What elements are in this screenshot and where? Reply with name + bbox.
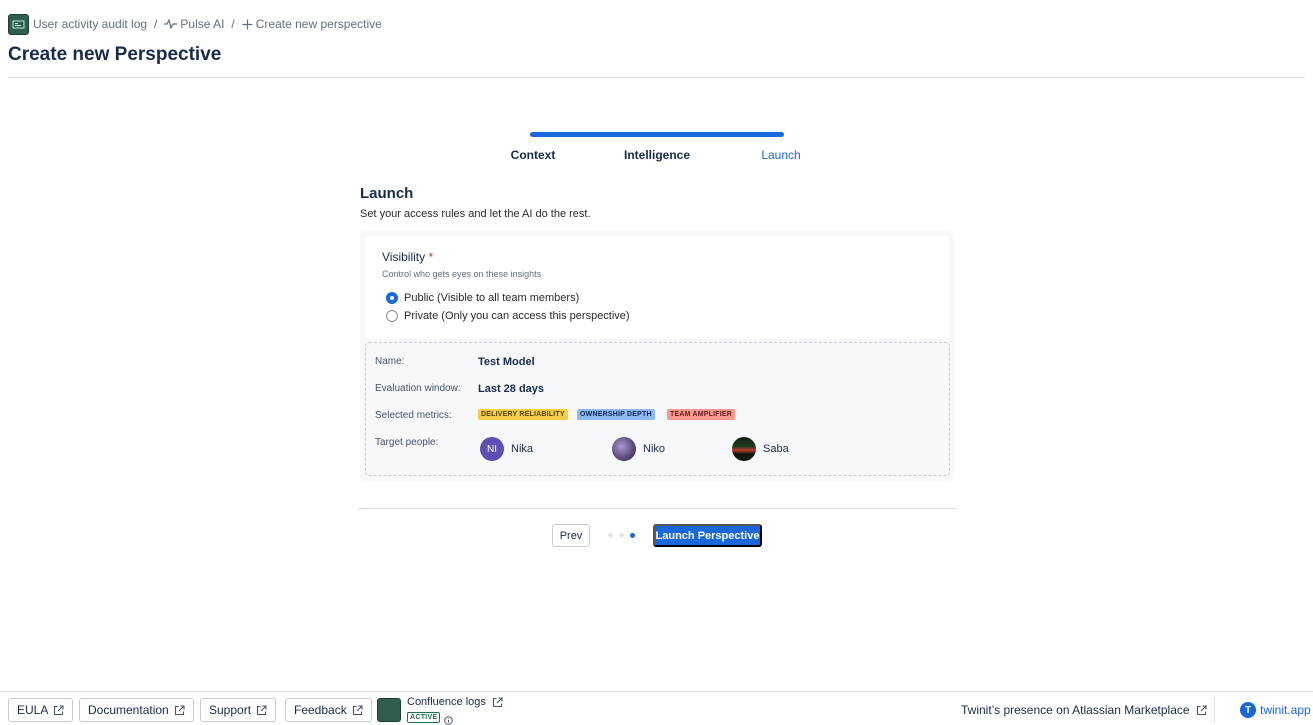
page-title: Create new Perspective — [8, 44, 222, 65]
twinit-brand-label: twinit.app — [1260, 703, 1311, 717]
step-dot-2 — [619, 533, 624, 538]
visibility-card — [365, 236, 950, 339]
confluence-logs-link[interactable]: Confluence logs — [407, 696, 503, 708]
step-dot-1 — [608, 533, 613, 538]
summary-name-label: Name: — [375, 356, 405, 367]
external-link-icon — [53, 704, 64, 716]
confluence-logs-logo-icon — [377, 698, 401, 722]
target-person-saba: Saba — [732, 437, 789, 461]
visibility-option-private[interactable]: Private (Only you can access this perspe… — [386, 310, 630, 322]
support-label: Support — [209, 703, 252, 717]
documentation-button[interactable]: Documentation — [79, 698, 194, 722]
breadcrumb-item-create-perspective: Create new perspective — [255, 17, 382, 31]
prev-button[interactable]: Prev — [552, 524, 590, 547]
header-divider — [8, 77, 1305, 78]
required-marker: * — [428, 250, 434, 264]
summary-people-label: Target people: — [375, 437, 439, 448]
external-link-icon — [1196, 704, 1207, 716]
confluence-logs-label: Confluence logs — [407, 696, 486, 708]
launch-perspective-button[interactable]: Launch Perspective — [653, 524, 762, 547]
breadcrumb-separator: / — [231, 17, 235, 31]
visibility-label: Visibility * — [382, 250, 433, 264]
radio-public[interactable] — [386, 292, 398, 304]
documentation-label: Documentation — [88, 703, 169, 717]
breadcrumb-item-audit-log[interactable]: User activity audit log — [33, 17, 147, 31]
twinit-brand-link[interactable]: T twinit.app — [1240, 702, 1311, 718]
info-icon[interactable] — [444, 712, 453, 725]
footer-vertical-divider — [1214, 697, 1215, 723]
support-button[interactable]: Support — [200, 698, 277, 722]
external-link-icon — [174, 704, 185, 716]
eula-button[interactable]: EULA — [8, 698, 74, 722]
external-link-icon — [492, 696, 503, 708]
avatar — [612, 437, 636, 461]
metric-tag-ownership-depth: OWNERSHIP DEPTH — [577, 409, 655, 420]
status-badge: ACTIVE — [407, 712, 441, 723]
marketplace-link[interactable]: Twinit’s presence on Atlassian Marketpla… — [961, 703, 1207, 717]
step-dot-3 — [630, 533, 635, 538]
external-link-icon — [256, 704, 267, 716]
person-name: Saba — [763, 443, 789, 455]
marketplace-label: Twinit’s presence on Atlassian Marketpla… — [961, 703, 1190, 717]
person-name: Niko — [643, 443, 666, 455]
visibility-label-text: Visibility — [382, 250, 426, 264]
person-name: Nika — [511, 443, 534, 455]
feedback-label: Feedback — [294, 703, 347, 717]
step-launch[interactable]: Launch — [761, 148, 800, 162]
breadcrumb-separator: / — [154, 17, 158, 31]
section-subtitle: Set your access rules and let the AI do … — [360, 208, 591, 220]
visibility-option-public[interactable]: Public (Visible to all team members) — [386, 292, 579, 304]
footer-divider — [0, 691, 1313, 692]
visibility-help-text: Control who gets eyes on these insights — [382, 269, 542, 279]
external-link-icon — [352, 704, 363, 716]
plus-icon — [242, 19, 253, 30]
radio-private-label: Private (Only you can access this perspe… — [404, 310, 630, 322]
metric-tag-delivery-reliability: DELIVERY RELIABILITY — [478, 409, 568, 420]
summary-window-label: Evaluation window: — [375, 383, 461, 394]
feedback-button[interactable]: Feedback — [285, 698, 372, 722]
summary-metrics-label: Selected metrics: — [375, 410, 452, 421]
metric-tag-team-amplifier: TEAM AMPLIFIER — [667, 409, 736, 420]
radio-public-label: Public (Visible to all team members) — [404, 292, 580, 304]
eula-label: EULA — [17, 703, 49, 717]
section-title: Launch — [360, 185, 414, 202]
summary-window-value: Last 28 days — [478, 383, 545, 395]
step-intelligence[interactable]: Intelligence — [624, 148, 690, 162]
avatar — [732, 437, 756, 461]
target-person-niko: Niko — [612, 437, 665, 461]
summary-name-value: Test Model — [478, 356, 535, 368]
breadcrumb-item-pulse-ai[interactable]: Pulse AI — [180, 17, 224, 31]
radio-private[interactable] — [386, 310, 398, 322]
nav-divider — [357, 508, 957, 509]
target-person-nika: NI Nika — [480, 437, 533, 461]
stepper-progress-bar — [530, 132, 784, 137]
breadcrumb: User activity audit log / Pulse AI / Cre… — [8, 13, 382, 35]
step-context[interactable]: Context — [511, 148, 556, 162]
pulse-icon — [164, 19, 178, 29]
twinit-logo-icon: T — [1240, 702, 1256, 718]
app-logo-icon — [8, 13, 29, 35]
avatar: NI — [480, 437, 504, 461]
